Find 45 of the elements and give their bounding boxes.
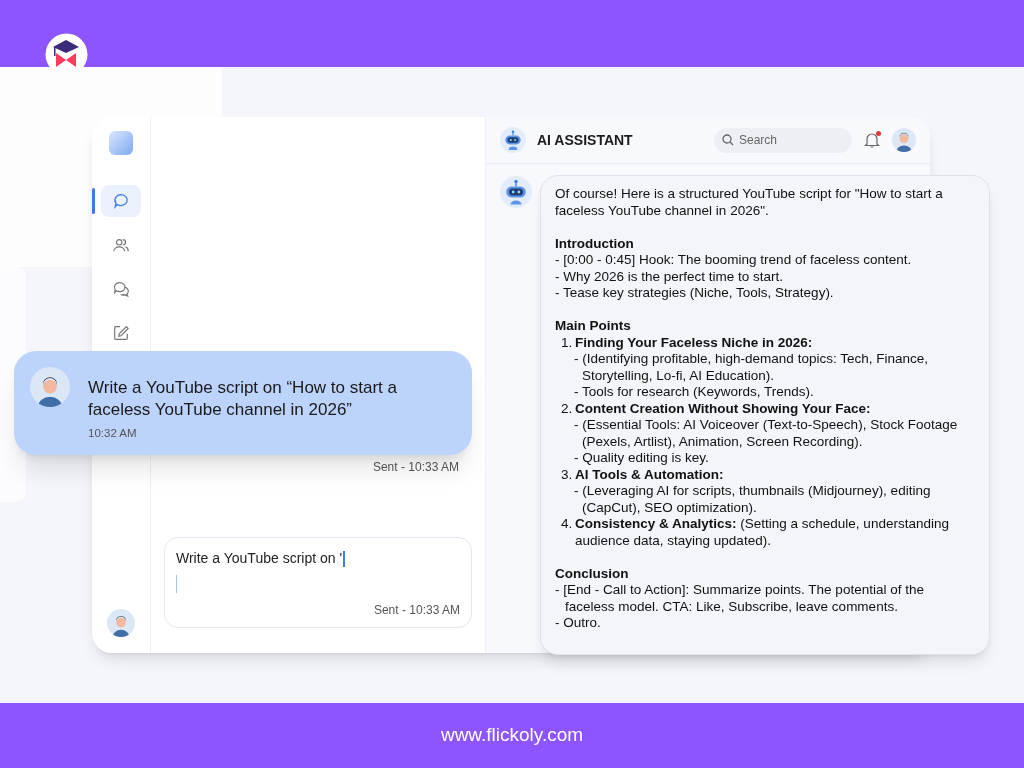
website-url[interactable]: www.flickoly.com [440,721,584,750]
chat-bubbles-icon [112,280,130,298]
bullet-text: - (Identifying profitable, high-demand topics: Tech, Finance, Storytelling, Lo-fi, AI Education). [573,351,929,384]
message-composer[interactable]: Write a YouTube script on ' Sent - 10:33 AM [164,537,472,628]
list-number: 2. [561,400,574,417]
message-text: Write a YouTube script on “How to start a faceless YouTube channel in 2026” [88,377,398,421]
user-avatar[interactable] [107,609,135,637]
text-cursor [343,550,346,567]
bullet-text: - Tease key strategies (Niche, Tools, Strategy). [554,285,835,302]
bullet-text: - [0:00 - 0:45] Hook: The booming trend of faceless content. [554,252,913,269]
people-icon [112,236,130,254]
list-item-title: Finding Your Faceless Niche in 2026: [575,334,813,351]
user-avatar[interactable] [892,128,916,152]
list-number: 3. [561,466,574,483]
list-item-text: Consistency & Analytics: (Setting a schedule, understanding audience data, staying updated). [575,516,950,549]
intro-text: Of course! Here is a structured YouTube script for "How to start a faceless YouTube channel in 2026". [555,186,944,219]
list-number: 4. [561,516,574,533]
list-item-title: AI Tools & Automation: [575,466,724,483]
section-heading: Main Points [555,318,632,335]
list-item-title: Content Creation Without Showing Your Face: [575,400,871,417]
app-logo-icon [109,131,133,155]
bullet-text: - Tools for research (Keywords, Trends). [573,384,815,401]
bullet-text: - [End - Call to Action]: Summarize points. The potential of the faceless model. CTA: Like, Subscribe, leave comments. [554,582,925,615]
text-cursor [176,575,177,593]
composer-text: Write a YouTube script on ' [176,549,343,568]
bullet-text: - (Essential Tools: AI Voiceover (Text-to-Speech), Stock Footage (Pexels, Artlist), Animation, Screen Recording). [573,417,959,450]
bullet-text: - Outro. [554,615,602,632]
search-input[interactable]: Search [739,131,839,149]
message-status: Sent - 10:33 AM [373,602,460,619]
chat-bubble-icon [112,192,130,210]
section-heading: Conclusion [555,565,630,582]
bullet-text: - (Leveraging AI for scripts, thumbnails (Midjourney), editing (CapCut), SEO optimization). [573,483,932,516]
selection-indicator [92,188,95,214]
assistant-title: AI ASSISTANT [537,130,633,150]
message-status: Sent - 10:33 AM [372,459,459,476]
nav-item[interactable] [101,185,141,217]
edit-icon [112,324,130,342]
search-field[interactable]: Search [714,127,852,153]
bullet-text: - Why 2026 is the perfect time to start. [554,268,785,285]
bell-icon[interactable] [864,131,880,149]
list-number: 1. [561,334,574,351]
bullet-text: - Quality editing is key. [573,450,710,467]
message-time: 10:32 AM [88,426,138,441]
search-icon [722,134,734,146]
section-heading: Introduction [555,235,635,252]
